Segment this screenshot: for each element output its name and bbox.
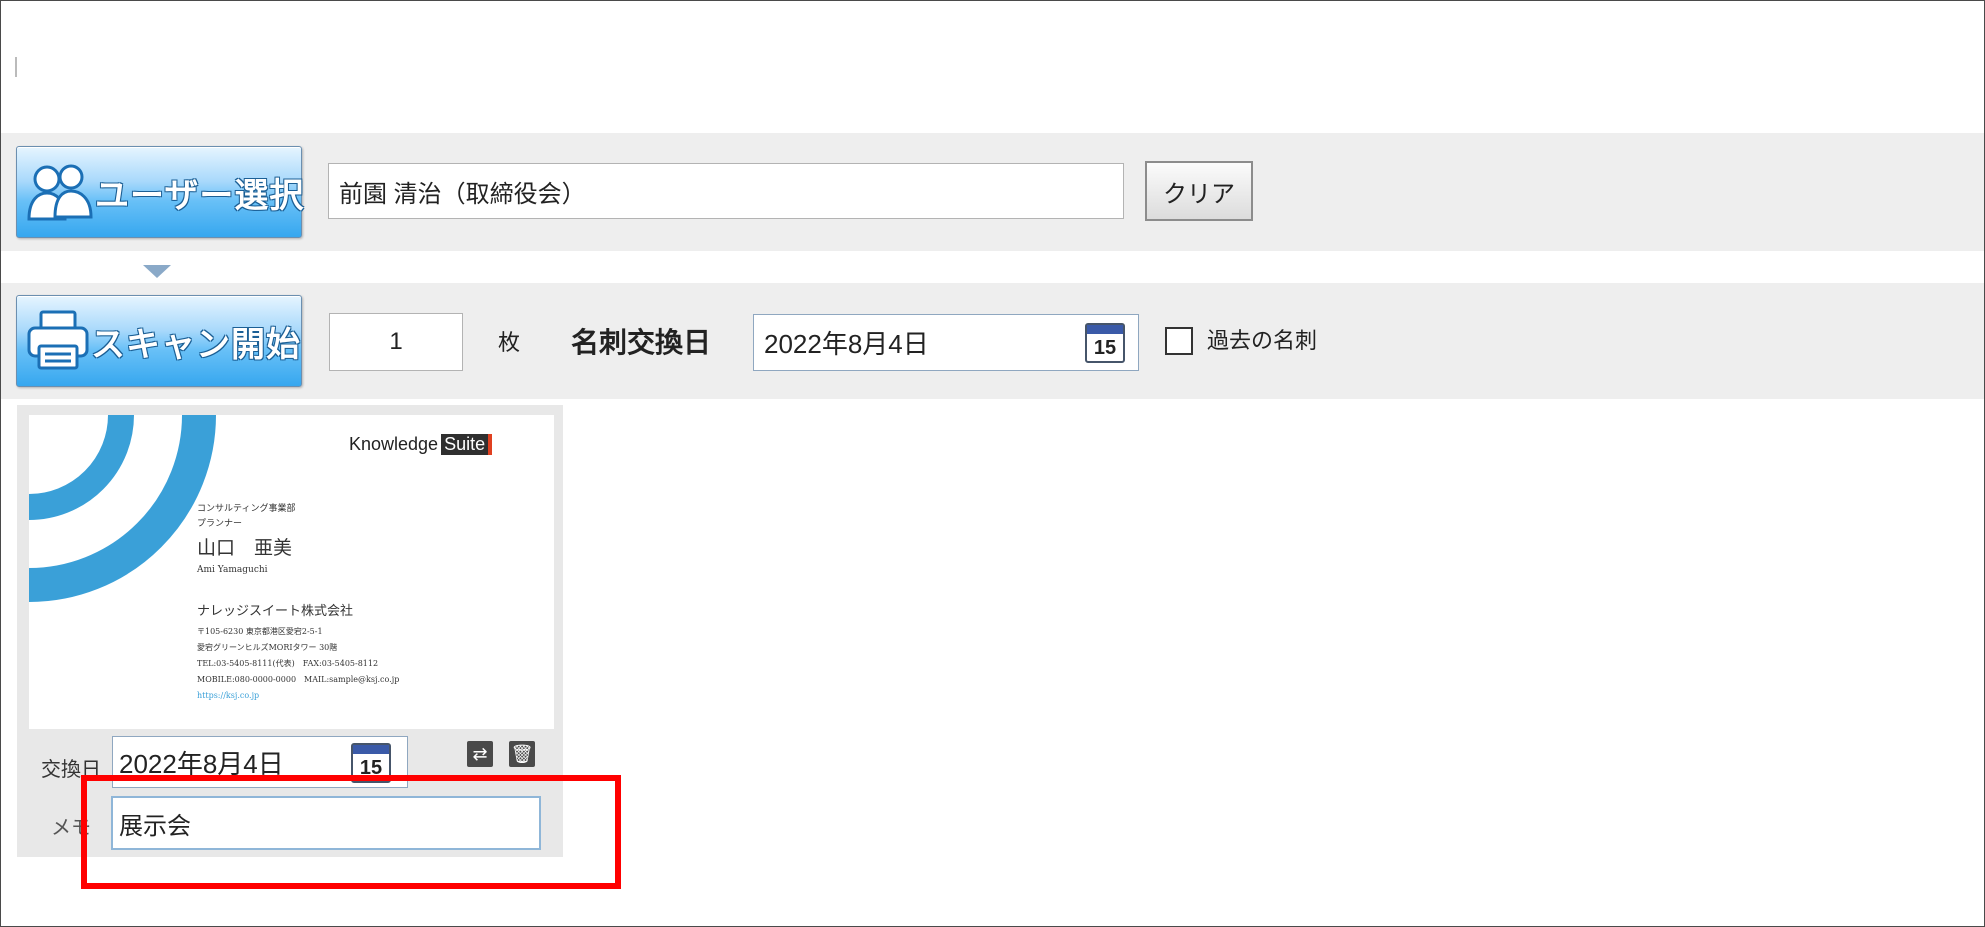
card-position: プランナー	[197, 519, 243, 529]
highlight-box	[81, 775, 621, 889]
business-card-image: Knowledge Suite コンサルティング事業部 プランナー 山口 亜美 A…	[29, 415, 554, 729]
rotate-card-icon[interactable]: ⇄	[467, 741, 493, 767]
card-url: https://ksj.co.jp	[197, 691, 260, 700]
exchange-date-field[interactable]: 2022年8月4日	[753, 314, 1139, 371]
exchange-date-label: 名刺交換日	[571, 327, 712, 358]
users-icon	[25, 153, 95, 231]
card-mobile: MOBILE:080-0000-0000 MAIL:sample@ksj.co.…	[197, 675, 400, 684]
scan-start-label: スキャン開始	[91, 325, 301, 364]
card-address-1: 〒105-6230 東京都港区愛宕2-5-1	[197, 627, 323, 636]
exchange-date-value: 2022年8月4日	[764, 329, 929, 359]
trash-icon[interactable]: 🗑	[509, 741, 535, 767]
card-arc-graphic	[29, 415, 216, 602]
scan-count-field[interactable]: 1	[329, 313, 463, 371]
card-address-2: 愛宕グリーンヒルズMORIタワー 30階	[197, 643, 338, 652]
card-phone: TEL:03-5405-8111(代表) FAX:03-5405-8112	[197, 659, 379, 668]
card-company: ナレッジスイート株式会社	[197, 604, 354, 619]
clear-button[interactable]: クリア	[1145, 161, 1253, 221]
card-department: コンサルティング事業部	[197, 504, 296, 514]
scan-start-button[interactable]: スキャン開始	[16, 295, 302, 387]
card-name-jp: 山口 亜美	[197, 537, 293, 559]
calendar-day: 15	[1093, 337, 1117, 359]
text-cursor	[15, 57, 17, 77]
user-select-button[interactable]: ユーザー選択	[16, 146, 305, 238]
past-cards-label: 過去の名刺	[1207, 328, 1318, 353]
calendar-icon[interactable]: 15	[1085, 323, 1125, 363]
user-select-label: ユーザー選択	[95, 176, 305, 215]
count-unit-label: 枚	[498, 330, 521, 355]
card-name-en: Ami Yamaguchi	[197, 565, 268, 575]
scanner-icon	[25, 302, 91, 380]
app-window: ユーザー選択 前園 清治（取締役会） クリア スキャン開始 1 枚 名刺交換日 …	[0, 0, 1985, 927]
selected-user-field[interactable]: 前園 清治（取締役会）	[328, 163, 1124, 219]
past-cards-checkbox[interactable]	[1165, 327, 1193, 355]
flow-arrow-icon	[143, 265, 171, 278]
card-brand-logo: Knowledge Suite	[349, 434, 493, 455]
